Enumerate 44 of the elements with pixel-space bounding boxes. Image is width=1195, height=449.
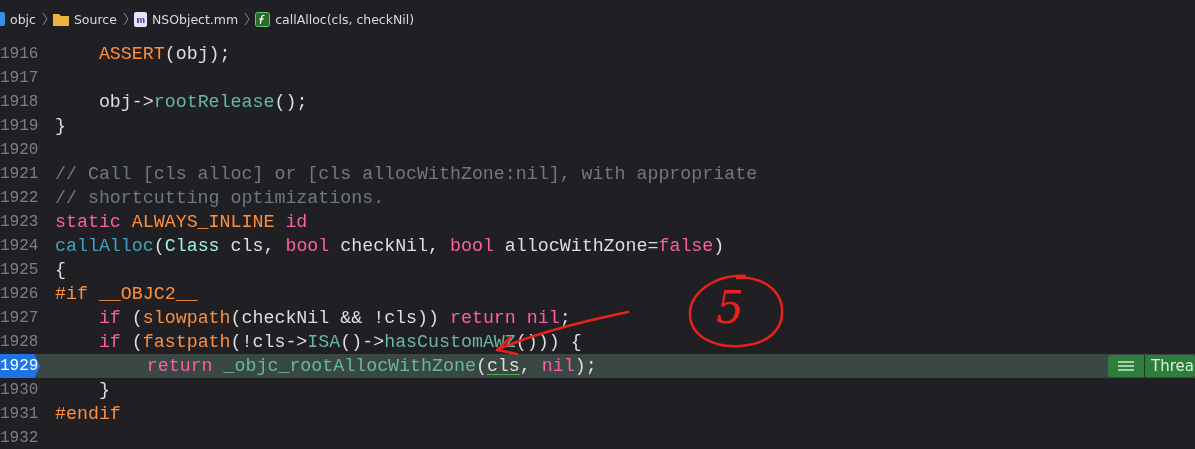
line-number: 1922 bbox=[0, 188, 36, 209]
breadcrumb-item[interactable]: Source bbox=[73, 11, 117, 27]
line-number: 1920 bbox=[0, 140, 36, 161]
code-line: #if __OBJC2__ bbox=[54, 283, 198, 306]
chevron-icon bbox=[122, 12, 129, 26]
line-number: 1916 bbox=[0, 44, 36, 65]
code-line: static ALWAYS_INLINE id bbox=[54, 211, 308, 234]
code-line: obj->rootRelease(); bbox=[97, 91, 308, 114]
function-icon bbox=[255, 11, 271, 27]
line-number: 1928 bbox=[0, 332, 36, 353]
code-line: // shortcutting optimizations. bbox=[54, 187, 385, 210]
file-icon bbox=[133, 11, 147, 27]
line-number: 1932 bbox=[0, 428, 36, 449]
breadcrumb-item[interactable]: callAlloc(cls, checkNil) bbox=[275, 11, 415, 27]
line-number: 1923 bbox=[0, 212, 36, 233]
code-line: callAlloc(Class cls, bool checkNil, bool allocWithZone=false) bbox=[54, 235, 725, 258]
code-line: return _objc_rootAllocWithZone(cls, nil); bbox=[145, 355, 597, 378]
line-number: 1918 bbox=[0, 92, 36, 113]
code-line: #endif bbox=[54, 403, 121, 426]
line-number: 1919 bbox=[0, 116, 36, 137]
code-line: ASSERT(obj); bbox=[97, 43, 231, 66]
breadcrumb-item[interactable]: objc bbox=[10, 11, 36, 27]
line-number: 1931 bbox=[0, 404, 36, 425]
menu-icon bbox=[1118, 361, 1135, 371]
code-line: // Call [cls alloc] or [cls allocWithZone:nil], with appropriate bbox=[54, 163, 758, 186]
line-number: 1921 bbox=[0, 164, 36, 185]
annotation-number: 5 bbox=[716, 282, 744, 333]
code-line: if (slowpath(checkNil && !cls)) return nil; bbox=[97, 307, 571, 330]
chevron-icon bbox=[41, 12, 48, 26]
project-icon bbox=[0, 12, 5, 26]
line-number: 1930 bbox=[0, 380, 36, 401]
code-line: } bbox=[54, 115, 66, 138]
line-number: 1917 bbox=[0, 68, 36, 89]
breadcrumb-item[interactable]: NSObject.mm bbox=[151, 11, 239, 27]
folder-icon bbox=[52, 12, 69, 26]
line-number: 1926 bbox=[0, 284, 36, 305]
chevron-icon bbox=[244, 12, 251, 26]
code-line: } bbox=[97, 379, 110, 402]
code-line: { bbox=[54, 259, 66, 282]
line-number: 1927 bbox=[0, 308, 36, 329]
line-number: 1925 bbox=[0, 260, 36, 281]
thread-badge[interactable]: Threa bbox=[1108, 355, 1195, 377]
line-number: 1929 bbox=[0, 354, 40, 378]
line-number: 1924 bbox=[0, 236, 36, 257]
